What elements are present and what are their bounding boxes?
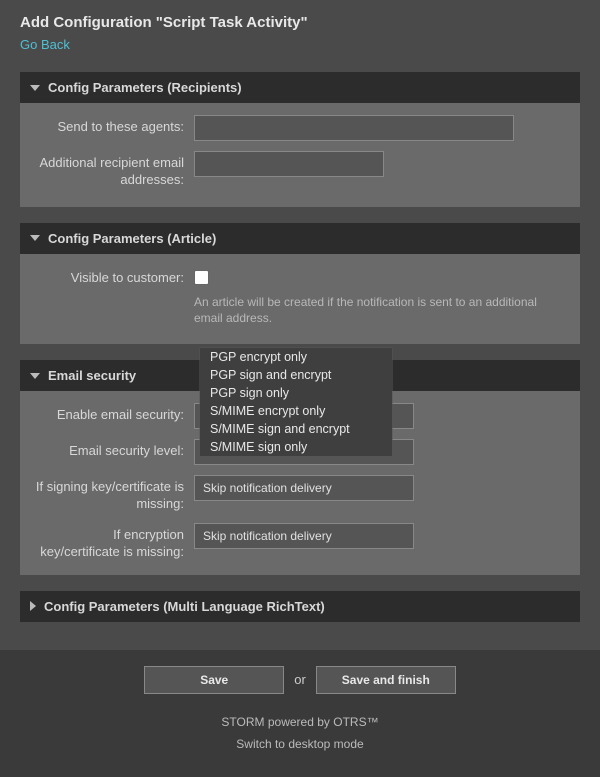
article-help-text: An article will be created if the notifi… xyxy=(194,294,566,326)
dropdown-option[interactable]: S/MIME encrypt only xyxy=(200,402,392,420)
encryption-missing-select[interactable]: Skip notification delivery xyxy=(194,523,414,549)
send-to-agents-input[interactable] xyxy=(194,115,514,141)
label-additional-emails: Additional recipient email addresses: xyxy=(34,151,194,189)
or-separator: or xyxy=(294,672,306,687)
label-encryption-missing: If encryption key/certificate is missing… xyxy=(34,523,194,561)
save-and-finish-button[interactable]: Save and finish xyxy=(316,666,456,694)
page-footer: Save or Save and finish STORM powered by… xyxy=(0,650,600,777)
section-header-multi-lang[interactable]: Config Parameters (Multi Language RichTe… xyxy=(20,591,580,622)
chevron-down-icon xyxy=(30,373,40,379)
go-back-link[interactable]: Go Back xyxy=(20,37,70,52)
additional-emails-input[interactable] xyxy=(194,151,384,177)
chevron-right-icon xyxy=(30,601,36,611)
section-title: Config Parameters (Multi Language RichTe… xyxy=(44,599,325,614)
label-visible-customer: Visible to customer: xyxy=(34,266,194,287)
dropdown-option[interactable]: PGP sign only xyxy=(200,384,392,402)
section-title: Config Parameters (Recipients) xyxy=(48,80,242,95)
signing-missing-select[interactable]: Skip notification delivery xyxy=(194,475,414,501)
section-email-security: Email security PGP encrypt only PGP sign… xyxy=(20,360,580,575)
switch-desktop-link[interactable]: Switch to desktop mode xyxy=(20,734,580,754)
label-signing-missing: If signing key/certificate is missing: xyxy=(34,475,194,513)
visible-to-customer-checkbox[interactable] xyxy=(194,270,209,285)
label-security-level: Email security level: xyxy=(34,439,194,460)
save-button[interactable]: Save xyxy=(144,666,284,694)
label-enable-security: Enable email security: xyxy=(34,403,194,424)
dropdown-option[interactable]: S/MIME sign only xyxy=(200,438,392,456)
security-level-dropdown-list[interactable]: PGP encrypt only PGP sign and encrypt PG… xyxy=(200,348,392,456)
dropdown-option[interactable]: PGP sign and encrypt xyxy=(200,366,392,384)
section-recipients: Config Parameters (Recipients) Send to t… xyxy=(20,72,580,207)
section-header-article[interactable]: Config Parameters (Article) xyxy=(20,223,580,254)
section-header-recipients[interactable]: Config Parameters (Recipients) xyxy=(20,72,580,103)
label-send-to-agents: Send to these agents: xyxy=(34,115,194,136)
section-multi-lang: Config Parameters (Multi Language RichTe… xyxy=(20,591,580,622)
section-title: Email security xyxy=(48,368,136,383)
chevron-down-icon xyxy=(30,235,40,241)
section-title: Config Parameters (Article) xyxy=(48,231,216,246)
powered-by-text: STORM powered by OTRS™ xyxy=(20,712,580,732)
page-title: Add Configuration "Script Task Activity" xyxy=(20,14,580,31)
dropdown-option[interactable]: S/MIME sign and encrypt xyxy=(200,420,392,438)
chevron-down-icon xyxy=(30,85,40,91)
section-article: Config Parameters (Article) Visible to c… xyxy=(20,223,580,344)
dropdown-option[interactable]: PGP encrypt only xyxy=(200,348,392,366)
